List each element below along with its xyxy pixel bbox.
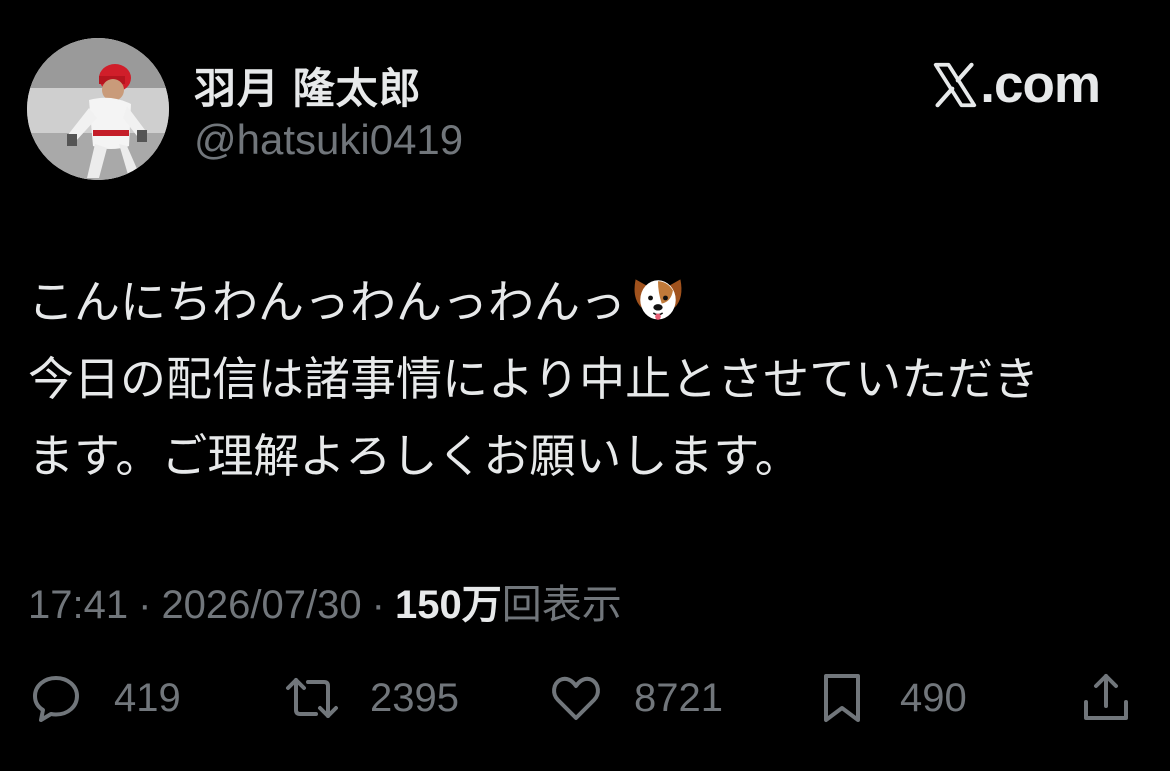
display-name[interactable]: 羽月 隆太郎 (194, 55, 422, 116)
like-button[interactable]: 8721 (548, 670, 723, 726)
tweet-date[interactable]: 2026/07/30 (161, 583, 361, 627)
views-label: 回表示 (501, 583, 622, 627)
tweet-text: こんにちわんっわんっわんっ 今日の配信は諸事情により中止とさせていただき ます。… (28, 264, 1148, 495)
retweet-button[interactable]: 2395 (284, 670, 459, 726)
views-count: 150万 (394, 583, 502, 627)
dog-face-icon (634, 279, 682, 320)
tweet-line-3: ます。ご理解よろしくお願いします。 (28, 429, 801, 483)
avatar[interactable] (27, 38, 169, 180)
share-button[interactable] (1078, 670, 1134, 726)
like-count: 8721 (634, 675, 723, 720)
reply-icon (33, 676, 79, 722)
bookmark-count: 490 (900, 675, 967, 720)
tweet-time[interactable]: 17:41 (28, 583, 128, 627)
meta-separator-1: · (138, 583, 152, 627)
meta-separator-2: · (371, 583, 385, 627)
retweet-count: 2395 (370, 675, 459, 720)
bookmark-icon (824, 674, 860, 722)
bookmark-button[interactable]: 490 (814, 670, 967, 726)
brand-label: .com (980, 55, 1101, 114)
reply-button[interactable]: 419 (28, 670, 181, 726)
reply-count: 419 (114, 675, 181, 720)
share-icon (1084, 674, 1128, 720)
action-bar: 419 2395 8721 490 (28, 670, 1138, 730)
x-logo-icon (934, 62, 977, 107)
heart-icon (552, 676, 600, 720)
handle[interactable]: @hatsuki0419 (194, 116, 463, 164)
retweet-icon (286, 678, 338, 718)
tweet-line-2: 今日の配信は諸事情により中止とさせていただき (28, 352, 1040, 406)
avatar-photo (27, 38, 169, 180)
brand-logo: .com (932, 54, 1101, 115)
tweet-line-1: こんにちわんっわんっわんっ (28, 264, 1148, 341)
tweet-line-1-text: こんにちわんっわんっわんっ (28, 275, 626, 329)
tweet-meta: 17:41 · 2026/07/30 · 150万回表示 (28, 572, 622, 630)
